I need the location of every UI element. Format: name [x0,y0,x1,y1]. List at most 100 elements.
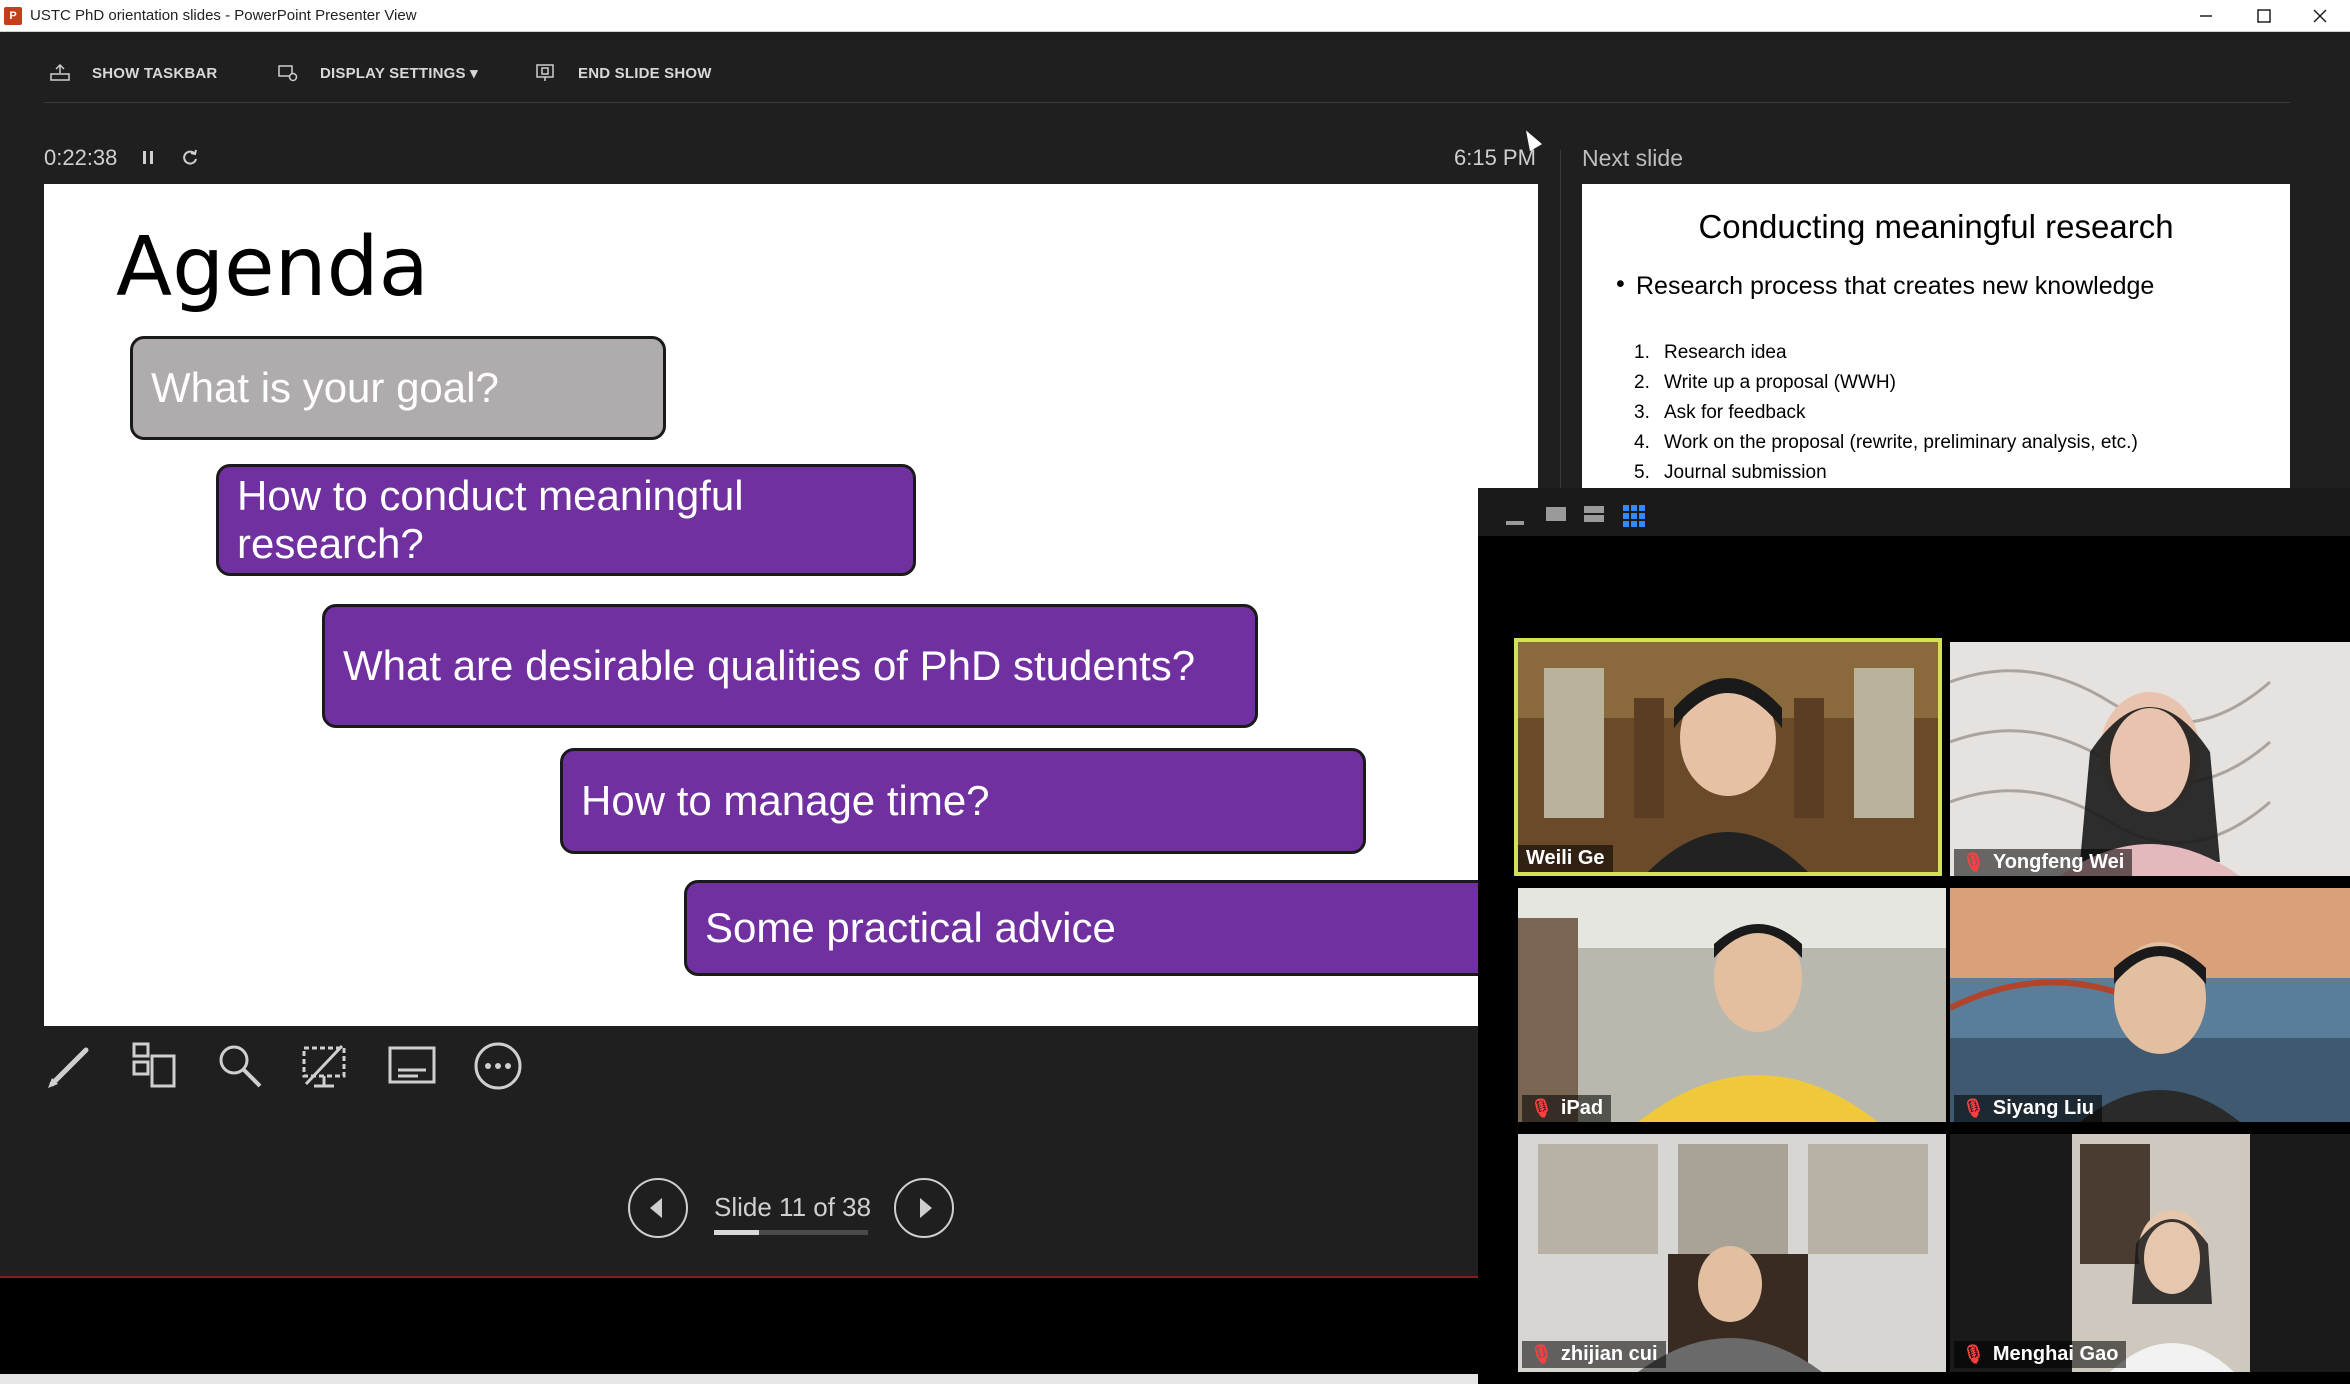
muted-mic-icon: 🎙 [1962,1344,1985,1364]
participant-name: iPad [1560,1097,1604,1119]
more-options-button[interactable] [472,1040,524,1092]
slide-progress-bar [714,1230,868,1235]
minimize-icon [2200,15,2212,17]
title-bar: P USTC PhD orientation slides - PowerPoi… [0,0,2350,32]
pen-icon [48,1047,89,1088]
video-tile-menghai-gao[interactable]: 🎙 Menghai Gao [1950,1134,2350,1372]
current-slide[interactable]: Agenda What is your goal? How to conduct… [44,184,1538,1026]
participant-video [1950,1134,2350,1372]
taskbar-icon [50,64,70,81]
video-tile-ipad[interactable]: 🎙 iPad [1518,888,1946,1126]
slide-progress-fill [714,1230,759,1235]
powerpoint-icon: P [4,7,22,25]
step-number: 5. [1634,462,1650,483]
step-text: Research idea [1664,342,1787,363]
presenter-view: P USTC PhD orientation slides - PowerPoi… [0,0,2350,1384]
participant-video [1950,888,2350,1122]
magnifier-icon [219,1045,262,1088]
see-all-slides-button[interactable] [128,1040,180,1092]
show-taskbar-label: SHOW TASKBAR [92,64,218,82]
next-slide-preview[interactable]: Conducting meaningful research Research … [1582,184,2290,488]
next-slide-steps: 1. Research idea 2. Write up a proposal (W… [1634,342,2138,488]
step-number: 3. [1634,402,1650,423]
next-slide-button[interactable] [894,1178,954,1238]
more-icon [474,1042,522,1090]
list-item: 2. Write up a proposal (WWH) [1634,372,2138,402]
video-tile-zhijian-cui[interactable]: 🎙 zhijian cui [1518,1134,1946,1372]
video-tile-siyang-liu[interactable]: 🎙 Siyang Liu [1950,888,2350,1126]
end-show-icon [536,64,554,81]
next-slide-bullet: Research process that creates new knowle… [1616,270,2154,301]
muted-mic-icon: 🎙 [1962,1098,1985,1118]
next-slide-label: Next slide [1582,145,1683,171]
display-settings-icon [278,65,298,82]
muted-mic-icon: 🎙 [1530,1344,1553,1364]
show-taskbar-button[interactable]: SHOW TASKBAR [50,62,217,84]
slide-counter: Slide 11 of 38 [714,1192,872,1222]
minimize-button[interactable] [2178,0,2234,32]
zoom-slide-button[interactable] [214,1040,266,1092]
toolbar-divider [44,102,2290,103]
elapsed-timer: 0:22:38 [44,145,118,170]
slide-title: Agenda [116,220,429,315]
slides-grid-icon [132,1042,176,1088]
step-number: 1. [1634,342,1650,363]
participant-name-tag: Weili Ge [1518,845,1613,872]
agenda-item: What are desirable qualities of PhD stud… [322,604,1258,728]
video-tile-weili-ge[interactable]: Weili Ge [1514,638,1942,876]
step-number: 4. [1634,432,1650,453]
step-text: Ask for feedback [1664,402,1806,423]
list-item: 5. Journal submission [1634,462,2138,488]
video-tile-yongfeng-wei[interactable]: 🎙 Yongfeng Wei [1950,642,2350,880]
participant-video [1518,888,1946,1122]
presenter-toolbar: SHOW TASKBAR DISPLAY SETTINGS ▾ END SLID… [0,32,2350,102]
window-title: USTC PhD orientation slides - PowerPoint… [30,7,417,24]
agenda-item: How to conduct meaningful research? [216,464,916,576]
next-slide-title: Conducting meaningful research [1698,208,2174,245]
display-settings-button[interactable]: DISPLAY SETTINGS ▾ [278,62,478,84]
screen-off-icon [302,1044,346,1088]
participant-name-tag: 🎙 Yongfeng Wei [1954,849,2133,876]
list-item: 1. Research idea [1634,342,2138,372]
participant-name-tag: 🎙 zhijian cui [1522,1341,1666,1368]
participant-name: Siyang Liu [1992,1097,2094,1119]
maximize-icon [2257,9,2271,23]
previous-slide-button[interactable] [628,1178,688,1238]
previous-icon [650,1198,662,1218]
speaker-view-icon[interactable] [1544,504,1568,524]
participant-name-tag: 🎙 iPad [1522,1095,1612,1122]
list-item: 3. Ask for feedback [1634,402,2138,432]
reset-icon [183,149,197,165]
close-button[interactable] [2292,0,2348,32]
clock: 6:15 PM [1454,145,1536,170]
end-slide-show-button[interactable]: END SLIDE SHOW [536,62,712,84]
pen-tool-button[interactable] [44,1040,96,1092]
minimize-video-icon[interactable] [1504,512,1526,528]
strip-view-icon[interactable] [1582,504,1606,524]
pause-icon [143,151,153,164]
step-text: Write up a proposal (WWH) [1664,372,1896,393]
end-slide-show-label: END SLIDE SHOW [578,64,712,82]
subtitles-icon [388,1046,436,1084]
participant-name: zhijian cui [1560,1343,1658,1365]
reset-timer-button[interactable] [180,144,200,174]
participant-video [1950,642,2350,876]
participant-name: Menghai Gao [1992,1343,2119,1365]
participant-name-tag: 🎙 Menghai Gao [1954,1341,2127,1368]
display-settings-label: DISPLAY SETTINGS ▾ [320,65,478,82]
agenda-item: How to manage time? [560,748,1366,854]
subtitles-button[interactable] [386,1040,438,1092]
next-icon [920,1198,932,1218]
video-gallery-window[interactable]: Weili Ge 🎙 Yongfeng Wei 🎙 iPad 🎙 Siyang … [1478,488,2350,1384]
gallery-toolbar [1478,488,2350,536]
gallery-view-icon[interactable] [1622,504,1646,528]
pane-divider[interactable] [1560,150,1561,490]
muted-mic-icon: 🎙 [1962,852,1985,872]
step-number: 2. [1634,372,1650,393]
participant-name: Weili Ge [1526,847,1605,869]
pause-timer-button[interactable] [140,144,156,174]
participant-video [1518,1134,1946,1372]
maximize-button[interactable] [2236,0,2292,32]
participant-video [1514,638,1942,876]
black-screen-button[interactable] [298,1040,350,1092]
